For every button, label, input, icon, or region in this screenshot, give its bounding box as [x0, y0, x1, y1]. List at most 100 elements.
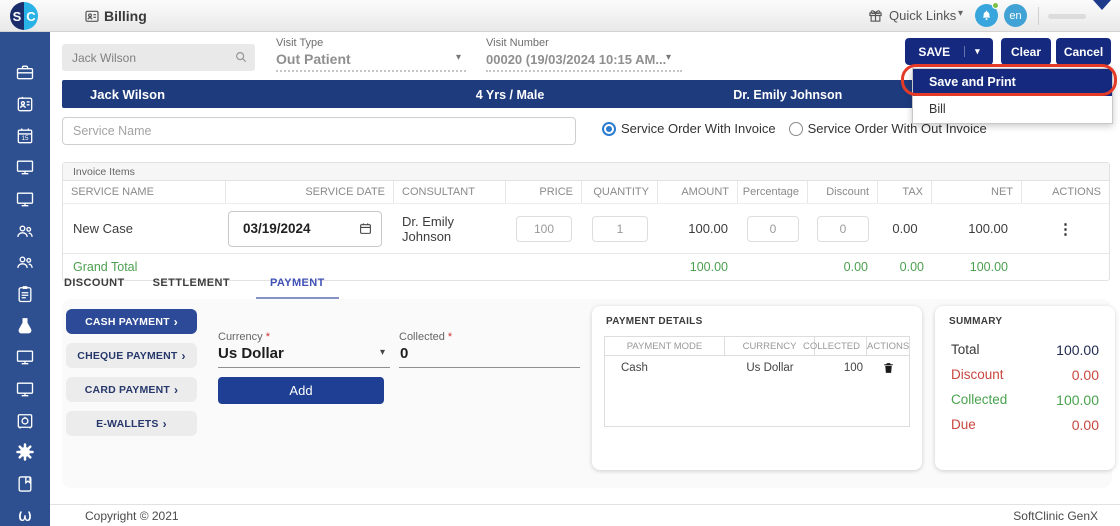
chevron-right-icon: › [181, 348, 186, 363]
summary-row-collected: Collected 100.00 [951, 391, 1099, 408]
stethoscope-icon[interactable]: ω [14, 505, 36, 526]
invoice-items-title: Invoice Items [63, 163, 1109, 181]
row-actions-kebab-icon[interactable]: ⋮ [1022, 220, 1109, 238]
menu-item-save-and-print[interactable]: Save and Print [913, 69, 1112, 96]
visit-type-select[interactable]: Out Patient [276, 51, 351, 67]
brand-text: SoftClinic GenX [1013, 509, 1098, 523]
book-icon[interactable] [14, 474, 36, 495]
billing-tabs: DISCOUNT SETTLEMENT PAYMENT [62, 271, 339, 300]
save-caret-icon: ▾ [964, 46, 980, 57]
payment-details-row: Cash Us Dollar 100 [605, 356, 909, 380]
calendar-small-icon [360, 223, 371, 234]
collected-input[interactable]: 0 [400, 345, 408, 362]
radio-with-invoice-label: Service Order With Invoice [621, 121, 776, 136]
quantity-input[interactable] [592, 215, 648, 242]
logo-letter-s: S [10, 2, 24, 30]
invoice-table-row: New Case 03/19/2024 Dr. Emily Johnson 10… [63, 204, 1109, 253]
users-icon[interactable] [14, 252, 36, 273]
radio-without-invoice[interactable] [788, 121, 803, 136]
logo-letter-c: C [24, 2, 38, 30]
tab-discount[interactable]: DISCOUNT [62, 271, 127, 300]
topbar-divider [1038, 7, 1039, 25]
sidebar-nav: 15 ω [0, 32, 50, 526]
clear-button[interactable]: Clear [1001, 38, 1051, 65]
cash-payment-button[interactable]: CASH PAYMENT › [66, 309, 197, 334]
row-tax: 0.00 [892, 221, 918, 236]
discount-input[interactable] [817, 215, 869, 242]
visit-number-underline [486, 70, 682, 72]
monitor-icon[interactable] [14, 347, 36, 368]
footer: Copyright © 2021 SoftClinic GenX [50, 504, 1120, 526]
clipboard-icon[interactable] [14, 284, 36, 305]
summary-rows: Total 100.00 Discount 0.00 Collected 100… [935, 337, 1115, 437]
price-input[interactable] [516, 215, 572, 242]
chevron-right-icon: › [162, 416, 167, 431]
quick-links-button[interactable]: Quick Links [889, 8, 956, 23]
visit-type-underline [276, 70, 466, 72]
calendar-icon[interactable]: 15 [14, 125, 36, 146]
required-asterisk: * [447, 331, 453, 343]
visit-type-caret-icon: ▾ [456, 52, 462, 63]
trash-icon [883, 363, 893, 373]
patient-doctor: Dr. Emily Johnson [733, 88, 843, 102]
payment-details-title: PAYMENT DETAILS [606, 316, 703, 327]
search-icon [234, 50, 248, 69]
safe-icon[interactable] [14, 410, 36, 431]
tab-settlement[interactable]: SETTLEMENT [151, 271, 232, 300]
currency-label: Currency * [218, 331, 270, 343]
currency-select[interactable]: Us Dollar [218, 345, 284, 362]
service-name-input[interactable] [62, 117, 576, 145]
visit-number-label: Visit Number [486, 37, 549, 49]
tab-payment[interactable]: PAYMENT [256, 271, 339, 300]
patient-search-input[interactable] [62, 44, 255, 71]
monitor-icon[interactable] [14, 157, 36, 178]
quick-links-caret-icon: ▾ [958, 8, 964, 19]
collected-underline [399, 367, 580, 368]
grand-total-net: 100.00 [969, 260, 1008, 274]
language-button[interactable]: en [1004, 4, 1027, 27]
visit-number-caret-icon: ▾ [666, 52, 672, 63]
cancel-button[interactable]: Cancel [1056, 38, 1111, 65]
cheque-payment-button[interactable]: CHEQUE PAYMENT › [66, 343, 197, 368]
gear-icon[interactable] [14, 442, 36, 463]
required-asterisk: * [265, 331, 270, 343]
briefcase-icon[interactable] [14, 62, 36, 83]
chevron-right-icon: › [174, 382, 179, 397]
patient-name: Jack Wilson [90, 87, 166, 102]
save-button[interactable]: SAVE ▾ [905, 38, 993, 65]
radio-with-invoice[interactable] [602, 121, 616, 136]
collected-label: Collected * [399, 331, 453, 343]
row-amount: 100.00 [688, 221, 728, 236]
delete-payment-button[interactable] [867, 361, 909, 375]
row-net: 100.00 [968, 221, 1008, 236]
menu-item-bill[interactable]: Bill [913, 96, 1112, 123]
patient-search-box [62, 44, 255, 71]
billing-page: S C Billing Quick Links ▾ en 15 ω Jack W… [0, 0, 1120, 526]
users-icon[interactable] [14, 220, 36, 241]
user-menu-pill[interactable] [1048, 14, 1086, 19]
monitor-icon[interactable] [14, 189, 36, 210]
chevron-right-icon: › [173, 314, 178, 329]
percentage-input[interactable] [747, 215, 799, 242]
corner-caret-icon[interactable] [1093, 0, 1111, 10]
invoice-table-header: SERVICE NAME SERVICE DATE CONSULTANT PRI… [63, 181, 1109, 204]
app-logo[interactable]: S C [10, 2, 38, 30]
card-payment-button[interactable]: CARD PAYMENT › [66, 377, 197, 402]
ewallets-button[interactable]: E-WALLETS › [66, 411, 197, 436]
copyright-text: Copyright © 2021 [85, 509, 179, 523]
id-badge-icon[interactable] [14, 94, 36, 115]
visit-number-select[interactable]: 00020 (19/03/2024 10:15 AM... [486, 52, 666, 67]
payment-details-header: PAYMENT MODE CURRENCY COLLECTED ACTIONS [605, 337, 909, 356]
monitor-icon[interactable] [14, 379, 36, 400]
row-consultant: Dr. Emily Johnson [402, 213, 454, 244]
summary-card: SUMMARY Total 100.00 Discount 0.00 Colle… [935, 306, 1115, 470]
currency-underline [218, 367, 390, 368]
notifications-button[interactable] [975, 2, 999, 27]
grand-total-amount: 100.00 [689, 260, 728, 274]
service-date-input[interactable]: 03/19/2024 [228, 210, 382, 247]
add-payment-button[interactable]: Add [218, 377, 384, 404]
summary-row-discount: Discount 0.00 [951, 366, 1099, 383]
patient-info-bar: Jack Wilson 4 Yrs / Male Dr. Emily Johns… [62, 80, 958, 108]
summary-title: SUMMARY [949, 316, 1003, 327]
flask-icon[interactable] [14, 315, 36, 336]
